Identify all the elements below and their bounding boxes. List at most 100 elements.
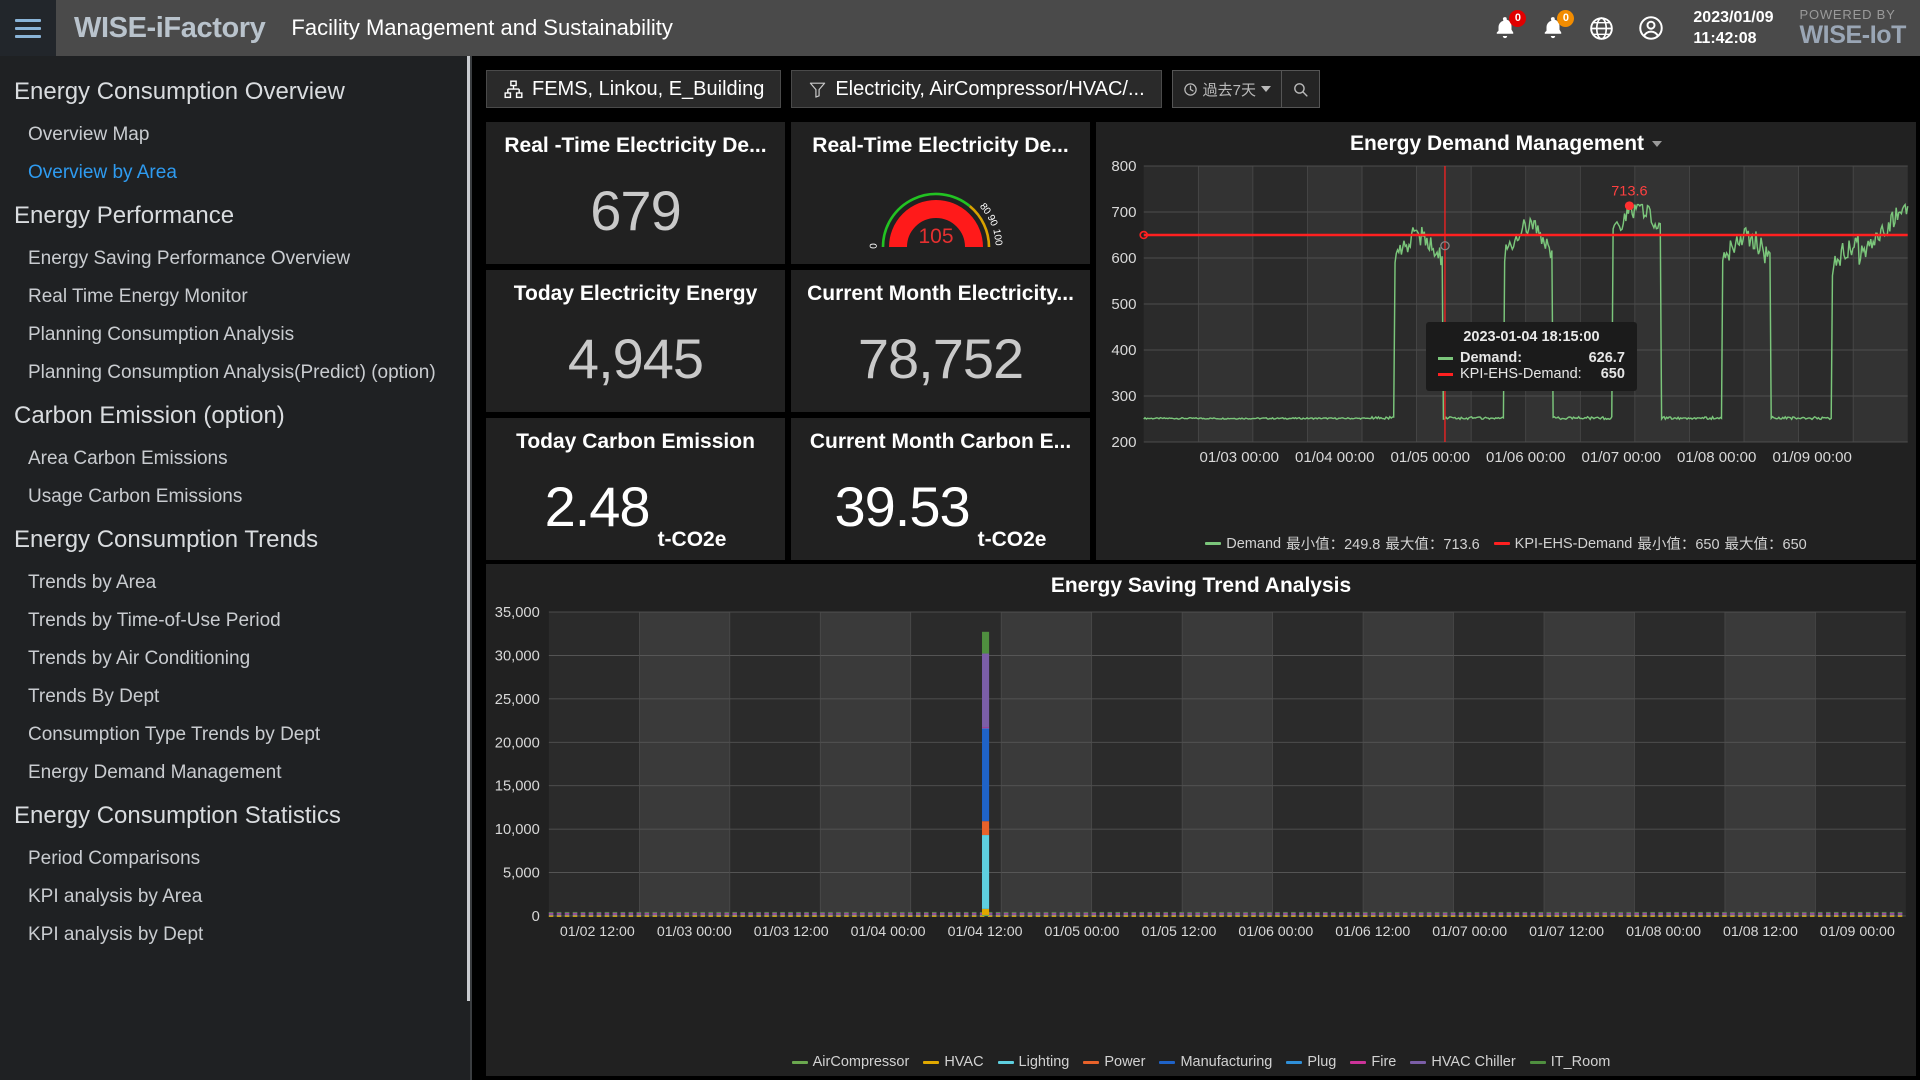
notification-bell-button[interactable]: 0	[1540, 10, 1575, 41]
bar-segment	[884, 914, 889, 916]
gauge-tick-label: 100	[990, 228, 1004, 247]
sidebar-item-overview-by-area[interactable]: Overview by Area	[0, 154, 470, 192]
sidebar-item-planning-consumption-analysis-predict-option[interactable]: Planning Consumption Analysis(Predict) (…	[0, 354, 470, 392]
bar-segment	[1482, 913, 1488, 915]
category-filter-chip[interactable]: Electricity, AirCompressor/HVAC/...	[791, 70, 1162, 108]
bar-segment	[1323, 913, 1328, 915]
sidebar-item-energy-demand-management[interactable]: Energy Demand Management	[0, 754, 470, 792]
menu-toggle-button[interactable]	[0, 0, 56, 56]
bar-segment	[1418, 911, 1424, 913]
bar-segment	[1586, 913, 1591, 915]
legend-item[interactable]: KPI-EHS-Demand 最小值：650 最大值：650	[1493, 533, 1807, 554]
bar-segment	[724, 911, 729, 913]
sidebar-item-area-carbon-emissions[interactable]: Area Carbon Emissions	[0, 440, 470, 478]
account-button[interactable]	[1637, 14, 1665, 42]
bar-segment	[836, 914, 841, 916]
legend-item[interactable]: HVAC Chiller	[1410, 1054, 1516, 1070]
bar-segment	[684, 913, 689, 915]
sidebar-item-consumption-type-trends-by-dept[interactable]: Consumption Type Trends by Dept	[0, 716, 470, 754]
bar-segment	[1259, 913, 1264, 915]
chevron-down-icon[interactable]	[1652, 141, 1663, 148]
bar-segment	[995, 914, 1001, 916]
bar-segment	[1602, 915, 1607, 917]
bar-segment	[876, 911, 881, 913]
bar-segment	[1666, 914, 1671, 916]
sidebar-scrollbar-thumb[interactable]	[467, 56, 470, 1001]
bar-segment	[1778, 913, 1783, 915]
bar-segment	[628, 914, 634, 916]
bar-segment	[764, 911, 769, 913]
bar-segment	[1402, 913, 1408, 915]
bar-segment	[1881, 913, 1887, 915]
legend-label: Manufacturing	[1180, 1054, 1273, 1070]
bar-segment	[564, 915, 570, 917]
bar-segment	[1626, 914, 1631, 916]
date-range-picker[interactable]: 過去7天	[1173, 71, 1281, 107]
legend-item[interactable]: Demand 最小值：249.8 最大值：713.6	[1205, 533, 1480, 554]
sidebar-item-trends-by-area[interactable]: Trends by Area	[0, 564, 470, 602]
bar-segment	[788, 913, 793, 915]
language-button[interactable]	[1588, 15, 1615, 42]
bar-segment	[756, 915, 761, 917]
sidebar-item-kpi-analysis-by-dept[interactable]: KPI analysis by Dept	[0, 916, 470, 954]
y-axis-tick-label: 400	[1111, 343, 1136, 359]
sidebar-scrollbar[interactable]	[467, 56, 470, 1080]
bar-segment	[868, 911, 873, 913]
bar-segment	[1897, 914, 1903, 916]
bar-segment	[1498, 913, 1504, 915]
bar-segment	[1426, 915, 1432, 917]
bar-segment	[700, 913, 705, 915]
sidebar-item-energy-saving-performance-overview[interactable]: Energy Saving Performance Overview	[0, 240, 470, 278]
bar-segment	[1171, 915, 1176, 917]
legend-swatch	[791, 1060, 808, 1064]
search-button[interactable]	[1282, 71, 1319, 107]
legend-item[interactable]: Fire	[1350, 1054, 1396, 1070]
sidebar-item-planning-consumption-analysis[interactable]: Planning Consumption Analysis	[0, 316, 470, 354]
legend-item[interactable]: Plug	[1286, 1054, 1336, 1070]
bar-segment	[740, 913, 745, 915]
bar-segment	[1897, 913, 1903, 915]
bar-segment	[1658, 915, 1663, 917]
chart-band	[820, 612, 911, 916]
bar-segment	[1394, 911, 1400, 913]
legend-item[interactable]: AirCompressor	[791, 1054, 909, 1070]
alarm-bell-button[interactable]: 0	[1492, 10, 1527, 41]
bar-segment	[684, 911, 689, 913]
location-filter-chip[interactable]: FEMS, Linkou, E_Building	[486, 70, 782, 108]
bar-segment	[700, 914, 705, 916]
sidebar-item-trends-by-air-conditioning[interactable]: Trends by Air Conditioning	[0, 640, 470, 678]
legend-item[interactable]: Manufacturing	[1159, 1054, 1272, 1070]
bar-segment	[1610, 913, 1615, 915]
sidebar-item-trends-by-dept[interactable]: Trends By Dept	[0, 678, 470, 716]
bar-segment	[1035, 911, 1041, 913]
bar-segment	[788, 911, 793, 913]
bar-segment	[780, 911, 785, 913]
bar-segment	[1434, 911, 1440, 913]
bar-segment	[1466, 914, 1472, 916]
legend-item[interactable]: Power	[1083, 1054, 1145, 1070]
legend-item[interactable]: HVAC	[923, 1054, 984, 1070]
sidebar-item-usage-carbon-emissions[interactable]: Usage Carbon Emissions	[0, 478, 470, 516]
sidebar-item-period-comparisons[interactable]: Period Comparisons	[0, 840, 470, 878]
bar-segment	[1442, 911, 1448, 913]
bar-segment	[596, 914, 602, 916]
bar-segment	[556, 915, 562, 917]
legend-item[interactable]: Lighting	[997, 1054, 1069, 1070]
sidebar-item-kpi-analysis-by-area[interactable]: KPI analysis by Area	[0, 878, 470, 916]
y-axis-tick-label: 15,000	[495, 779, 540, 795]
bar-segment	[1402, 915, 1408, 917]
sidebar-item-real-time-energy-monitor[interactable]: Real Time Energy Monitor	[0, 278, 470, 316]
bar-segment	[1794, 911, 1799, 913]
sidebar-item-trends-by-time-of-use-period[interactable]: Trends by Time-of-Use Period	[0, 602, 470, 640]
bar-segment	[1522, 915, 1528, 917]
bar-segment	[1634, 911, 1639, 913]
header-actions: 0 0 2023/01/09 11:42:08 POWERED BY WISE-…	[1492, 0, 1920, 56]
bar-segment	[612, 913, 618, 915]
chart-band	[1272, 612, 1364, 916]
sidebar-group-title: Energy Consumption Overview	[14, 78, 345, 105]
sidebar-item-overview-map[interactable]: Overview Map	[0, 116, 470, 154]
bar-segment	[1418, 914, 1424, 916]
bar-segment	[1570, 915, 1575, 917]
legend-item[interactable]: IT_Room	[1529, 1054, 1610, 1070]
bar-segment	[1506, 914, 1512, 916]
